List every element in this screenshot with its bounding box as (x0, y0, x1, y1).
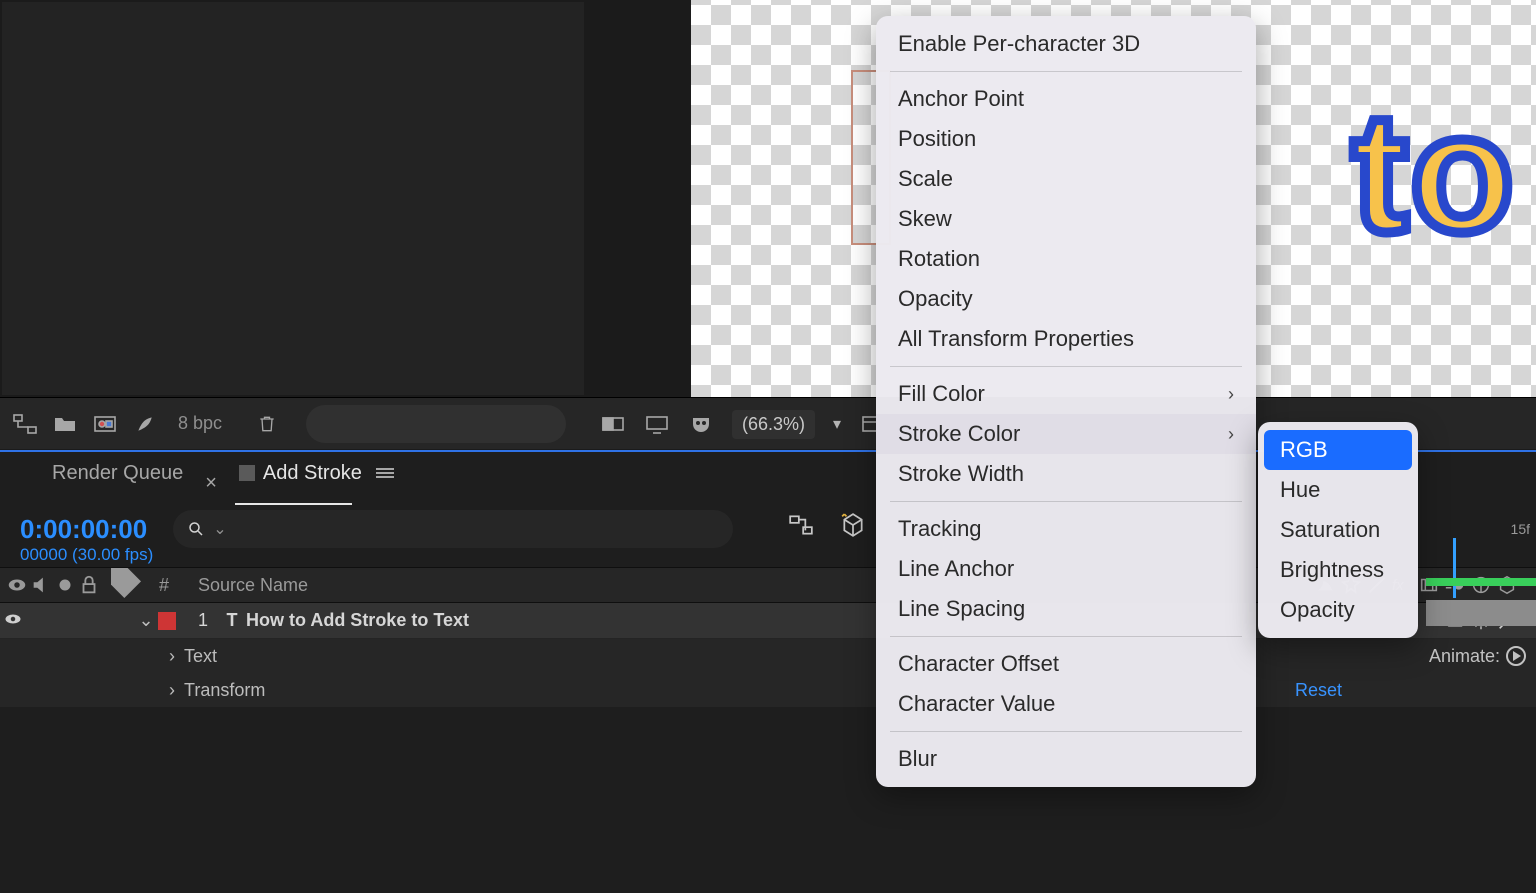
layer-twirl-icon[interactable]: ⌄ (134, 610, 158, 631)
solo-column-icon[interactable] (54, 574, 76, 596)
tab-render-queue[interactable]: Render Queue (52, 462, 183, 495)
search-pill-toolbar[interactable] (306, 405, 566, 443)
transform-property-label: Transform (184, 680, 265, 701)
index-column-header[interactable]: # (146, 575, 182, 596)
tab-close-icon[interactable]: × (205, 472, 217, 495)
submenu-brightness[interactable]: Brightness (1258, 550, 1418, 590)
text-prop-twirl-icon[interactable]: › (160, 646, 184, 667)
search-cursor: ⌄ (213, 519, 226, 539)
draft-3d-icon[interactable] (840, 512, 866, 538)
menu-anchor-point[interactable]: Anchor Point (876, 79, 1256, 119)
menu-fill-color[interactable]: Fill Color› (876, 374, 1256, 414)
transform-prop-twirl-icon[interactable]: › (160, 680, 184, 701)
menu-rotation[interactable]: Rotation (876, 239, 1256, 279)
folder-icon[interactable] (52, 414, 78, 434)
menu-line-anchor[interactable]: Line Anchor (876, 549, 1256, 589)
timeline-search-input[interactable]: ⌄ (173, 510, 733, 548)
lock-column-icon[interactable] (78, 574, 100, 596)
animate-label: Animate: (1429, 646, 1500, 667)
menu-position[interactable]: Position (876, 119, 1256, 159)
animate-menu-icon[interactable] (1506, 646, 1526, 666)
property-text-row[interactable]: › Text Animate: (0, 639, 1536, 673)
menu-stroke-width[interactable]: Stroke Width (876, 454, 1256, 494)
menu-all-transform[interactable]: All Transform Properties (876, 319, 1256, 359)
text-property-label: Text (184, 646, 217, 667)
submenu-rgb[interactable]: RGB (1264, 430, 1412, 470)
source-name-column-header[interactable]: Source Name (182, 575, 542, 596)
zoom-percentage[interactable]: (66.3%) (732, 410, 815, 439)
submenu-saturation[interactable]: Saturation (1258, 510, 1418, 550)
project-panel (0, 0, 586, 397)
color-depth-label[interactable]: 8 bpc (178, 413, 222, 434)
toggle-alpha-icon[interactable] (600, 414, 626, 434)
zoom-chevron-down-icon[interactable]: ▾ (833, 414, 841, 434)
composition-tab-icon (239, 465, 255, 481)
layer-duration-bar[interactable] (1426, 600, 1536, 626)
composition-flow-icon[interactable] (788, 512, 814, 538)
menu-skew[interactable]: Skew (876, 199, 1256, 239)
menu-opacity[interactable]: Opacity (876, 279, 1256, 319)
transform-reset-link[interactable]: Reset (1295, 680, 1536, 701)
submenu-hue[interactable]: Hue (1258, 470, 1418, 510)
text-layer-icon: T (218, 610, 246, 631)
eye-column-icon[interactable] (6, 574, 28, 596)
layer-label-color[interactable] (158, 612, 176, 630)
panel-menu-icon[interactable] (376, 466, 394, 480)
mask-icon[interactable] (688, 414, 714, 434)
menu-tracking[interactable]: Tracking (876, 509, 1256, 549)
time-ruler-tick: 15f (1416, 520, 1536, 538)
playhead-indicator[interactable] (1453, 538, 1456, 598)
chevron-right-icon: › (1228, 424, 1234, 445)
tab-add-stroke-label: Add Stroke (263, 462, 362, 485)
chevron-right-icon: › (1228, 384, 1234, 405)
menu-line-spacing[interactable]: Line Spacing (876, 589, 1256, 629)
layer-visibility-icon[interactable] (0, 610, 26, 631)
label-column-icon[interactable] (106, 587, 146, 607)
layer-index: 1 (188, 610, 218, 631)
composition-icon[interactable] (92, 414, 118, 434)
menu-character-value[interactable]: Character Value (876, 684, 1256, 724)
menu-scale[interactable]: Scale (876, 159, 1256, 199)
monitor-icon[interactable] (644, 414, 670, 434)
menu-enable-3d[interactable]: Enable Per-character 3D (876, 24, 1256, 64)
property-transform-row[interactable]: › Transform Reset (0, 673, 1536, 707)
menu-character-offset[interactable]: Character Offset (876, 644, 1256, 684)
current-timecode[interactable]: 0:00:00:00 (20, 514, 153, 545)
flowchart-icon[interactable] (12, 414, 38, 434)
menu-blur[interactable]: Blur (876, 739, 1256, 779)
tab-render-queue-label: Render Queue (52, 462, 183, 485)
adjust-icon[interactable] (132, 414, 158, 434)
audio-column-icon[interactable] (30, 574, 52, 596)
cached-preview-bar (1426, 578, 1536, 586)
trash-icon[interactable] (254, 414, 280, 434)
stroke-color-submenu: RGB Hue Saturation Brightness Opacity (1258, 422, 1418, 638)
animate-context-menu: Enable Per-character 3D Anchor Point Pos… (876, 16, 1256, 787)
submenu-opacity[interactable]: Opacity (1258, 590, 1418, 630)
preview-text-to: to (1352, 75, 1516, 271)
layer-name[interactable]: How to Add Stroke to Text (246, 610, 469, 631)
tab-add-stroke[interactable]: Add Stroke (239, 462, 394, 495)
top-panels: to (0, 0, 1536, 397)
menu-stroke-color[interactable]: Stroke Color› (876, 414, 1256, 454)
